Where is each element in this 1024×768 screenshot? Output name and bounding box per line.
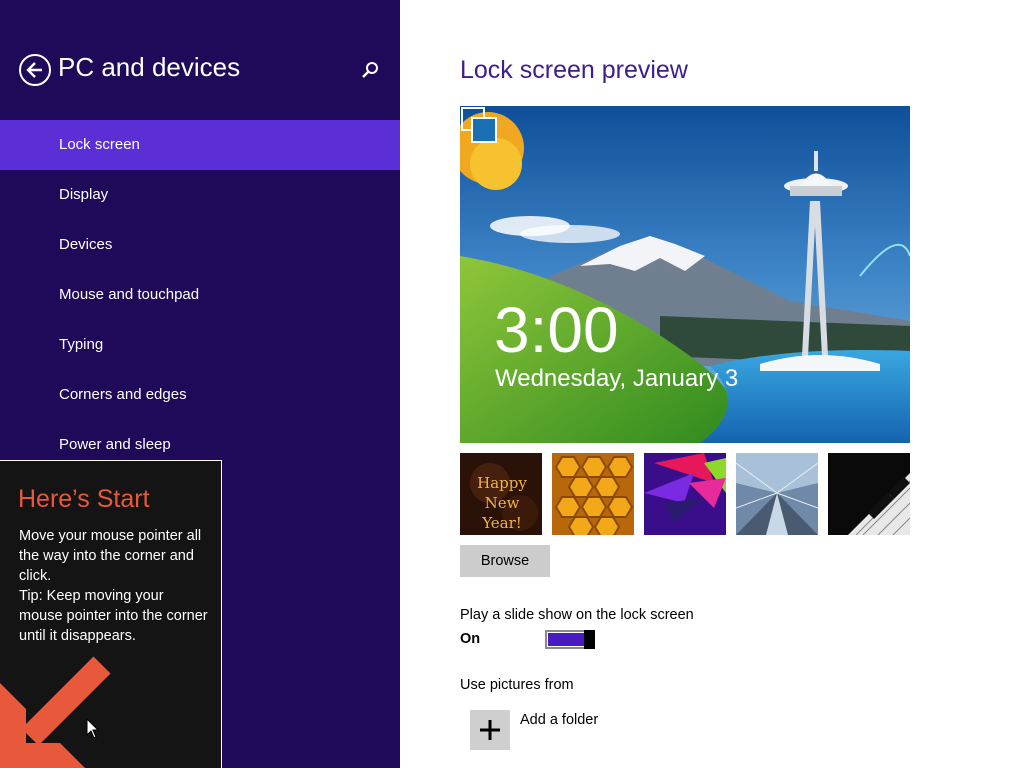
train-station-image xyxy=(736,453,818,535)
mouse-cursor-icon xyxy=(86,718,100,739)
search-icon xyxy=(362,62,378,78)
nav-item-corners-edges[interactable]: Corners and edges xyxy=(0,370,400,420)
thumbnail-train-station[interactable] xyxy=(736,453,818,535)
tip-title: Here’s Start xyxy=(18,485,150,513)
corner-arrow-icon xyxy=(0,656,111,768)
slideshow-icon xyxy=(461,107,497,143)
nav-item-devices[interactable]: Devices xyxy=(0,220,400,270)
thumbnail-abstract-shapes[interactable] xyxy=(644,453,726,535)
browse-button[interactable]: Browse xyxy=(460,545,550,577)
thumbnail-happy-new-year[interactable]: Happy New Year! xyxy=(460,453,542,535)
back-button[interactable] xyxy=(19,54,51,86)
plus-icon xyxy=(480,720,500,740)
add-folder-label[interactable]: Add a folder xyxy=(520,712,598,728)
start-tip-popup: Here’s Start Move your mouse pointer all… xyxy=(0,460,222,768)
lock-screen-date: Wednesday, January 3 xyxy=(495,365,739,392)
nav-item-display[interactable]: Display xyxy=(0,170,400,220)
honeycomb-image xyxy=(552,453,634,535)
slideshow-toggle[interactable] xyxy=(545,630,595,649)
search-button[interactable] xyxy=(360,60,380,80)
nav-item-lock-screen[interactable]: Lock screen xyxy=(0,120,400,170)
back-arrow-icon xyxy=(26,62,42,78)
tip-body: Move your mouse pointer all the way into… xyxy=(19,528,208,644)
nav-item-typing[interactable]: Typing xyxy=(0,320,400,370)
slideshow-state: On xyxy=(460,631,481,647)
settings-nav-list: Lock screen Display Devices Mouse and to… xyxy=(0,120,400,470)
lock-screen-preview: 3:00 Wednesday, January 3 xyxy=(460,106,910,443)
slideshow-label: Play a slide show on the lock screen xyxy=(460,607,694,623)
page-title: PC and devices xyxy=(58,52,241,82)
lock-screen-thumbnails: Happy New Year! xyxy=(460,453,920,535)
thumbnail-honeycomb[interactable] xyxy=(552,453,634,535)
thumbnail-piano-keys[interactable] xyxy=(828,453,910,535)
lock-screen-time: 3:00 xyxy=(494,294,619,366)
toggle-fill xyxy=(548,633,584,646)
use-pictures-label: Use pictures from xyxy=(460,677,574,693)
toggle-knob xyxy=(584,630,595,649)
nav-item-mouse-touchpad[interactable]: Mouse and touchpad xyxy=(0,270,400,320)
add-folder-button[interactable] xyxy=(470,710,510,750)
thumbnail-text: Happy New Year! xyxy=(477,474,527,532)
abstract-shapes-image xyxy=(644,453,726,535)
lock-screen-preview-title: Lock screen preview xyxy=(460,56,688,84)
piano-keys-image xyxy=(828,453,910,535)
